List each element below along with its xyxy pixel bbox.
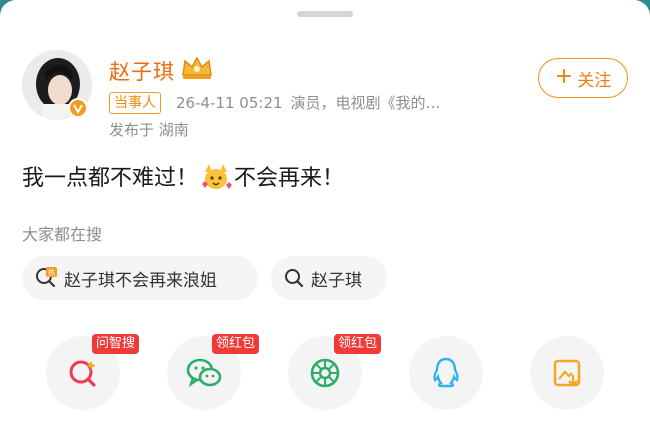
moments-red-packet-badge: 领红包 bbox=[334, 334, 382, 354]
ai-search-badge: 问智搜 bbox=[92, 334, 140, 354]
post-location: 发布于 湖南 bbox=[109, 121, 189, 139]
ai-search-icon bbox=[69, 360, 96, 387]
post-content: 我一点都不难过！ 不会再来！ bbox=[22, 160, 344, 192]
author-role: 演员，电视剧《我的… bbox=[290, 94, 441, 112]
wechat-icon bbox=[186, 358, 222, 387]
author-name[interactable]: 赵子琪 bbox=[109, 56, 175, 86]
hot-search-chip-label: 赵子琪不会再来浪姐 bbox=[64, 270, 217, 291]
share-sheet: 赵子琪 当事人 26-4-11 05:21 演员，电视剧《我的… 发布于 湖南 +… bbox=[0, 0, 650, 427]
search-chip-label: 赵子琪 bbox=[311, 270, 362, 291]
wechat-red-packet-badge: 领红包 bbox=[212, 334, 260, 354]
post-time: 26-4-11 05:21 bbox=[176, 94, 283, 112]
verified-badge-icon bbox=[68, 98, 88, 118]
post-text-part2: 不会再来！ bbox=[234, 166, 345, 191]
plus-icon: + bbox=[554, 64, 574, 89]
svg-text:热: 热 bbox=[48, 268, 55, 277]
share-qq-button[interactable] bbox=[409, 336, 483, 410]
save-image-icon bbox=[553, 359, 581, 387]
post-text-part1: 我一点都不难过！ bbox=[22, 166, 199, 191]
hot-search-icon: 热 bbox=[36, 267, 57, 288]
save-image-button[interactable] bbox=[530, 336, 604, 410]
hot-search-title: 大家都在搜 bbox=[22, 225, 103, 244]
follow-label: 关注 bbox=[577, 70, 612, 91]
party-tag: 当事人 bbox=[109, 92, 161, 114]
crown-icon bbox=[182, 56, 212, 79]
qq-icon bbox=[433, 357, 459, 388]
cute-pet-emoji-icon bbox=[202, 164, 233, 189]
hot-search-chip[interactable]: 热 赵子琪不会再来浪姐 bbox=[22, 256, 258, 300]
drag-handle[interactable] bbox=[297, 11, 353, 17]
follow-button[interactable]: + 关注 bbox=[538, 58, 628, 98]
search-chip[interactable]: 赵子琪 bbox=[271, 256, 387, 300]
post-meta: 26-4-11 05:21 演员，电视剧《我的… bbox=[176, 92, 441, 114]
moments-icon bbox=[310, 358, 340, 388]
search-icon bbox=[285, 269, 304, 288]
